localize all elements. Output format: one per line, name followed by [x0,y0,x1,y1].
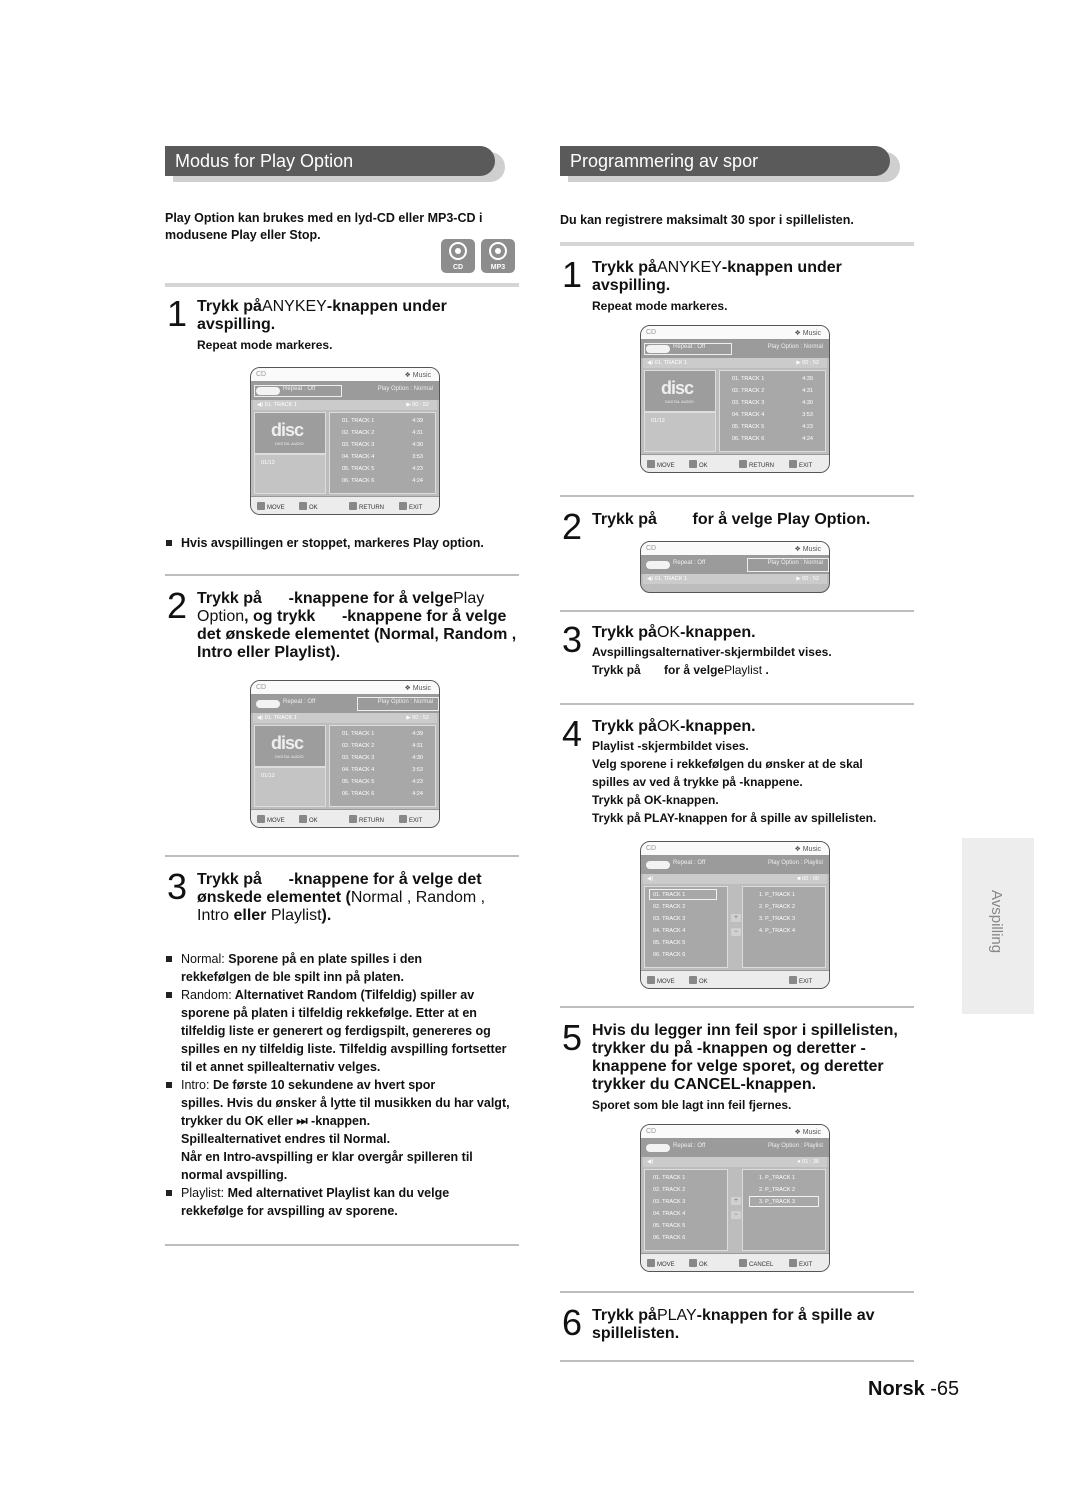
divider [560,1291,914,1293]
step-heading: Trykk påOK-knappen. [592,624,756,641]
chapter-tab-label: Avspilling [988,890,1005,954]
page-number: -65 [930,1378,960,1400]
osd-screen-playlist-cancel: CD ❖ Music Repeat : Off Play Option : Pla… [640,1124,830,1272]
disc-icon [489,242,507,260]
step-heading: Trykk påOK-knappen. [592,718,756,735]
divider [165,855,519,857]
step-subtext: Avspillingsalternativer-skjermbildet vis… [592,645,832,677]
step-heading: Trykk påPLAY-knappen for å spille av spi… [592,1307,875,1342]
note: Hvis avspillingen er stoppet, markeres P… [165,534,535,552]
section-title: Programmering av spor [560,146,890,176]
step-subtext: Repeat mode markeres. [197,338,333,352]
intro-text: Play Option kan brukes med en lyd-CD ell… [165,211,483,242]
section-header-play-option: Modus for Play Option [165,146,505,182]
osd-screen-playlist: CD ❖ Music Repeat : Off Play Option : Pla… [640,841,830,989]
divider [560,703,914,705]
chapter-tab: Avspilling [962,838,1034,1014]
divider [560,610,914,612]
divider [165,574,519,576]
option-random: Random: Alternativet Random (Tilfeldig) … [165,986,555,1076]
step-number: 1 [167,293,188,334]
option-intro: Intro: De første 10 sekundene av hvert s… [165,1076,555,1184]
add-arrow-icon: + [731,914,741,922]
note-list: Hvis avspillingen er stoppet, markeres P… [165,534,535,552]
remove-arrow-icon: − [731,928,741,936]
osd-screen-repeat: CD ❖ Music Repeat : Off Play Option : Nor… [250,367,440,515]
step-heading: Hvis du legger inn feil spor i spillelis… [592,1022,898,1093]
osd-screen-play-option-small: CD ❖ Music Repeat : Off Play Option : Nor… [640,541,830,593]
footer-language: Norsk [868,1378,925,1400]
divider [560,242,914,246]
osd-screen-play-option: CD ❖ Music Repeat : Off Play Option : Nor… [250,680,440,828]
step-5: 5 Hvis du legger inn feil spor i spillel… [562,1017,898,1113]
step-6: 6 Trykk påPLAY-knappen for å spille av s… [562,1302,875,1343]
option-playlist: Playlist: Med alternativet Playlist kan … [165,1184,555,1220]
step-heading: Trykk påANYKEY-knappen under avspilling. [197,298,447,333]
option-list: Normal: Sporene på en plate spilles i de… [165,950,555,1220]
step-heading: Trykk på -knappene for å velge det ønske… [197,871,486,924]
option-normal: Normal: Sporene på en plate spilles i de… [165,950,555,986]
page-footer: Norsk -65 [868,1378,959,1401]
step-heading: Trykk på for å velge Play Option. [592,511,871,528]
step-3: 3 Trykk påOK-knappen. Avspillingsalterna… [562,619,832,678]
section-header-programming: Programmering av spor [560,146,900,182]
step-3: 3 Trykk på -knappene for å velge det øns… [167,866,486,925]
add-arrow-icon: + [731,1197,741,1205]
divider [560,495,914,497]
step-2: 2 Trykk på -knappene for å velgePlay Opt… [167,585,517,662]
divider [560,1006,914,1008]
divider [560,1360,914,1362]
step-heading: Trykk påANYKEY-knappen under avspilling. [592,259,842,294]
osd-screen-repeat: CD ❖ Music Repeat : Off Play Option : Nor… [640,325,830,473]
step-1: 1 Trykk påANYKEY-knappen under avspillin… [562,254,842,314]
step-1: 1 Trykk påANYKEY-knappen under avspillin… [167,293,527,358]
intro-text: Du kan registrere maksimalt 30 spor i sp… [560,213,854,227]
cd-badge: CD [441,239,475,273]
section-title: Modus for Play Option [165,146,495,176]
divider [165,283,519,287]
remove-arrow-icon: − [731,1211,741,1219]
disc-icon [449,242,467,260]
step-heading: Trykk på -knappene for å velgePlay Optio… [197,590,517,661]
divider [165,1244,519,1246]
step-subtext: Repeat mode markeres. [592,299,728,313]
step-2: 2 Trykk på for å velge Play Option. [562,506,871,547]
mp3-badge: MP3 [481,239,515,273]
step-subtext: Playlist -skjermbildet vises. Velg spore… [592,739,877,825]
step-subtext: Sporet som ble lagt inn feil fjernes. [592,1098,792,1112]
step-4: 4 Trykk påOK-knappen. Playlist -skjermbi… [562,713,877,826]
